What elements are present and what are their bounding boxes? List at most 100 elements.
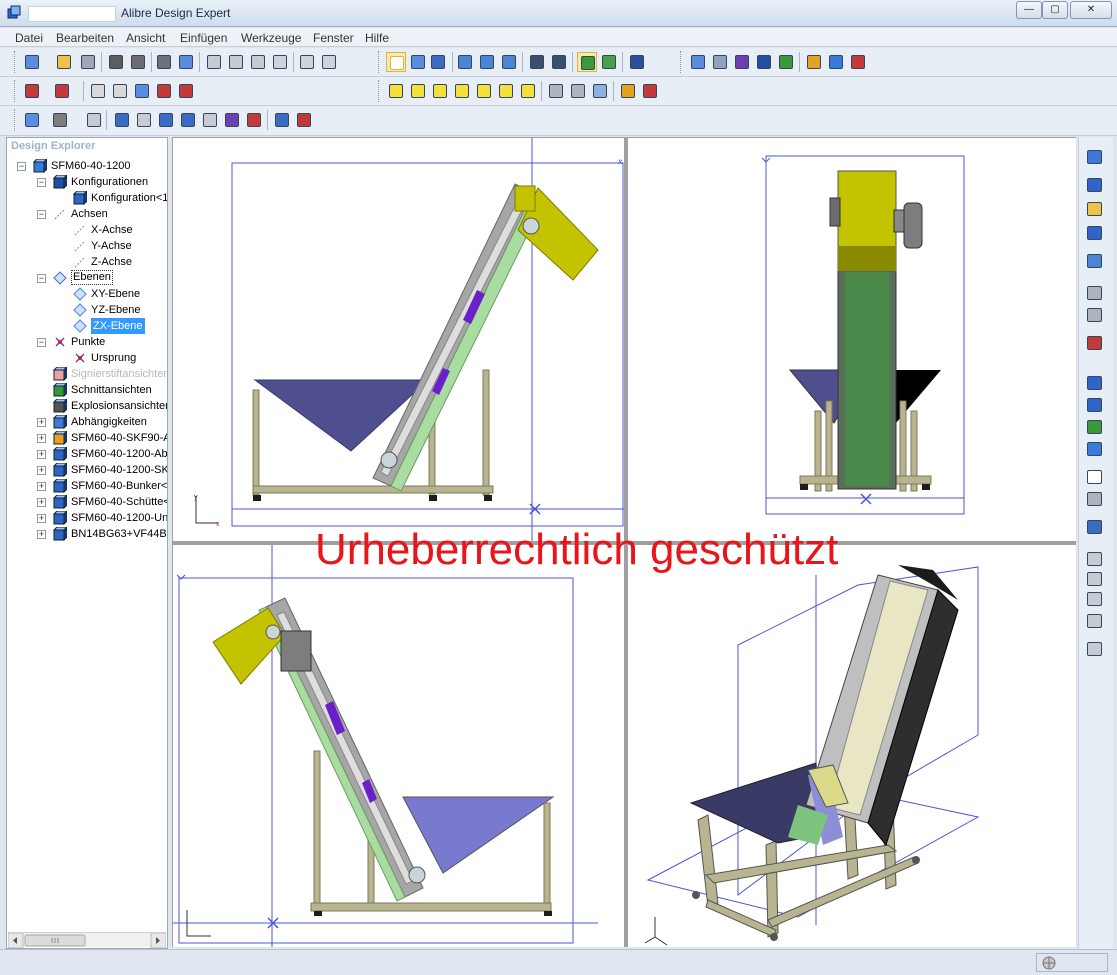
analyze-button[interactable]	[272, 110, 292, 130]
explode-button[interactable]	[640, 81, 660, 101]
constraint-button[interactable]	[200, 110, 220, 130]
open-button[interactable]	[54, 52, 74, 72]
toolbar-grip[interactable]	[378, 51, 381, 73]
tree-expander[interactable]: +	[37, 530, 46, 539]
table-button[interactable]	[754, 52, 774, 72]
tree-item[interactable]: Z-Achse	[7, 254, 167, 270]
tree-expander[interactable]: −	[37, 338, 46, 347]
cut-button[interactable]	[204, 52, 224, 72]
view-iso-5-button[interactable]	[474, 81, 494, 101]
menu-bearbeiten[interactable]: Bearbeiten	[56, 31, 114, 45]
viewport-right[interactable]	[628, 138, 1076, 541]
insert-component-button[interactable]	[1084, 175, 1106, 195]
copy-button[interactable]	[226, 52, 246, 72]
part-button[interactable]	[776, 52, 796, 72]
tree-item[interactable]: − SFM60-40-1200	[7, 157, 167, 174]
assembly-feature-button[interactable]	[22, 110, 42, 130]
tree-item[interactable]: + SFM60-40-1200-Unt	[7, 509, 167, 526]
view-iso-3-button[interactable]	[430, 81, 450, 101]
tree-item[interactable]: Schnittansichten	[7, 381, 167, 398]
menu-ansicht[interactable]: Ansicht	[126, 31, 165, 45]
menu-fenster[interactable]: Fenster	[313, 31, 354, 45]
color-button[interactable]	[244, 110, 264, 130]
tree-item[interactable]: Konfiguration<1	[7, 189, 167, 206]
smooth-button[interactable]	[1084, 305, 1106, 325]
app-icon[interactable]	[6, 5, 22, 21]
pattern-grid-button[interactable]	[1084, 251, 1106, 271]
history-4-button[interactable]	[1084, 611, 1106, 631]
tree-item[interactable]: + SFM60-40-Schütte<	[7, 493, 167, 510]
tree-item[interactable]: Explosionsansichten	[7, 397, 167, 414]
tree-expander[interactable]: +	[37, 498, 46, 507]
history-1-button[interactable]	[1084, 549, 1106, 569]
toolbar-grip[interactable]	[14, 109, 17, 131]
hidden-lines-button[interactable]	[546, 81, 566, 101]
fix-button[interactable]	[176, 81, 196, 101]
material-button[interactable]	[1084, 333, 1106, 353]
select-button[interactable]	[386, 52, 406, 72]
tree-expander[interactable]: +	[37, 514, 46, 523]
tree-item[interactable]: − Konfigurationen	[7, 173, 167, 190]
printer-button[interactable]	[154, 52, 174, 72]
section-button[interactable]	[618, 81, 638, 101]
history-3-button[interactable]	[1084, 589, 1106, 609]
appearance-1-button[interactable]	[1084, 373, 1106, 393]
solid-button[interactable]	[1084, 223, 1106, 243]
close-button[interactable]: ✕	[1070, 1, 1112, 19]
mirror-button[interactable]	[134, 110, 154, 130]
viewport-left[interactable]	[173, 545, 624, 947]
new-button[interactable]	[22, 52, 42, 72]
menu-einfuegen[interactable]: Einfügen	[180, 31, 227, 45]
maximize-button[interactable]: ▢	[1042, 1, 1068, 19]
plane-button[interactable]	[688, 52, 708, 72]
tree-expander[interactable]: +	[37, 482, 46, 491]
tree-expander[interactable]: −	[37, 274, 46, 283]
replace-button[interactable]	[84, 110, 104, 130]
tree-item[interactable]: XY-Ebene	[7, 286, 167, 302]
tree-item[interactable]: ZX-Ebene	[7, 318, 167, 334]
viewport-isometric[interactable]	[628, 545, 1076, 947]
tree-item[interactable]: + SFM60-40-1200-SK	[7, 461, 167, 478]
new-sketch-button[interactable]	[1084, 147, 1106, 167]
tree-item[interactable]: − Ebenen	[7, 270, 167, 286]
tree-item[interactable]: + BN14BG63+VF44B0	[7, 525, 167, 542]
tree-item[interactable]: X-Achse	[7, 222, 167, 238]
shaded-button[interactable]	[590, 81, 610, 101]
insert-part-button[interactable]	[22, 81, 42, 101]
rotate-component-button[interactable]	[178, 110, 198, 130]
tree-item[interactable]: − Achsen	[7, 206, 167, 222]
interference-button[interactable]	[848, 52, 868, 72]
tree-item[interactable]: Y-Achse	[7, 238, 167, 254]
history-5-button[interactable]	[1084, 639, 1106, 659]
rotate-button[interactable]	[428, 52, 448, 72]
tree-item[interactable]: YZ-Ebene	[7, 302, 167, 318]
orient-front-button[interactable]	[577, 52, 597, 72]
delete-button[interactable]	[270, 52, 290, 72]
cylinder-button[interactable]	[1084, 283, 1106, 303]
mass-properties-button[interactable]	[826, 52, 846, 72]
equations-button[interactable]	[1084, 467, 1106, 487]
box-button[interactable]	[1084, 199, 1106, 219]
view-iso-2-button[interactable]	[408, 81, 428, 101]
tree-item[interactable]: Signierstiftansichten	[7, 365, 167, 382]
axis-button[interactable]	[710, 52, 730, 72]
align-button[interactable]	[110, 81, 130, 101]
print-preview-button[interactable]	[128, 52, 148, 72]
render-button[interactable]	[627, 52, 647, 72]
appearance-2-button[interactable]	[1084, 395, 1106, 415]
viewport-front[interactable]: x y x x	[173, 138, 624, 541]
history-2-button[interactable]	[1084, 569, 1106, 589]
tree-item[interactable]: + Abhängigkeiten	[7, 413, 167, 430]
menu-datei[interactable]: Datei	[15, 31, 43, 45]
explorer-horizontal-scrollbar[interactable]	[7, 932, 167, 948]
menu-hilfe[interactable]: Hilfe	[365, 31, 389, 45]
component-button[interactable]	[50, 110, 70, 130]
view-iso-1-button[interactable]	[386, 81, 406, 101]
mate-button[interactable]	[88, 81, 108, 101]
zoom-fit-button[interactable]	[499, 52, 519, 72]
print-button[interactable]	[106, 52, 126, 72]
menu-werkzeuge[interactable]: Werkzeuge	[241, 31, 301, 45]
measure-button[interactable]	[804, 52, 824, 72]
tree-expander[interactable]: +	[37, 434, 46, 443]
properties-button[interactable]	[176, 52, 196, 72]
